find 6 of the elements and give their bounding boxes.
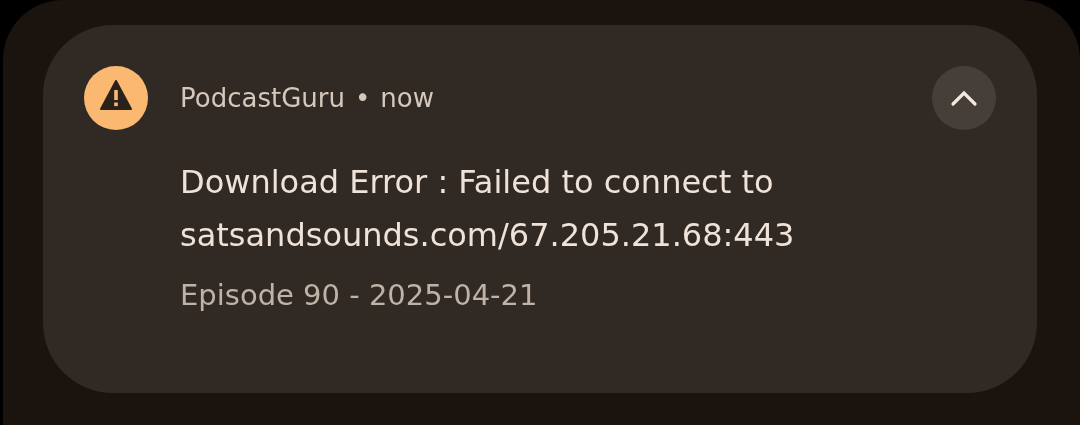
- timestamp: now: [380, 83, 434, 113]
- separator: •: [354, 83, 371, 113]
- warning-icon: [84, 66, 148, 130]
- app-name: PodcastGuru: [180, 83, 345, 113]
- notification-text: Episode 90 - 2025-04-21: [180, 278, 539, 312]
- notification-title: Download Error : Failed to connect to satsandsounds.com/67.205.21.68:443: [180, 162, 796, 256]
